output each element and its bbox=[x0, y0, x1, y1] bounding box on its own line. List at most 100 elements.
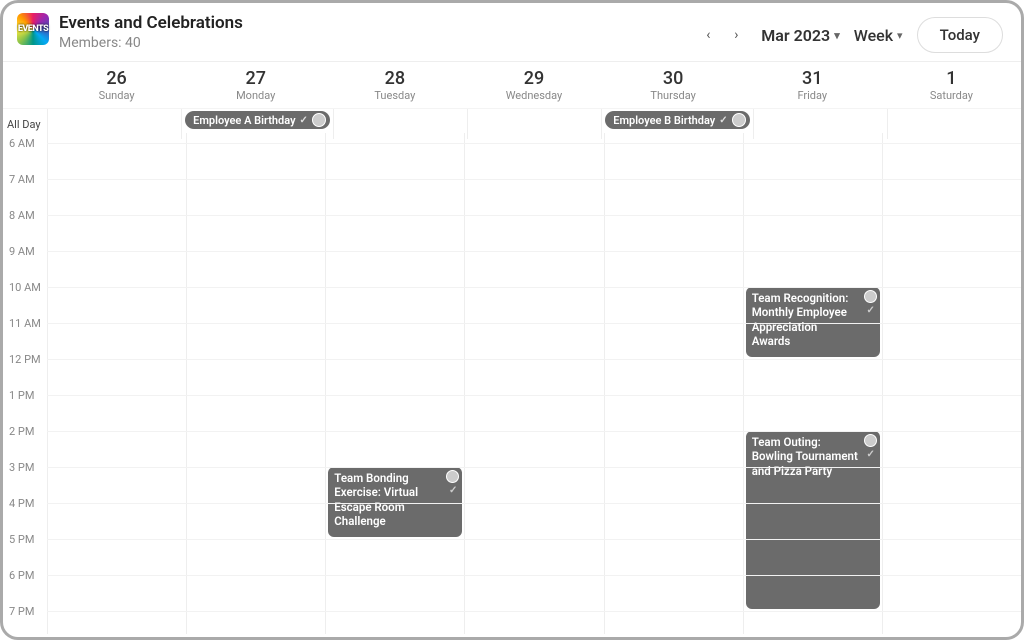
hour-line bbox=[47, 251, 1021, 252]
day-col-sun[interactable] bbox=[47, 133, 186, 634]
time-label: 7 PM bbox=[3, 605, 43, 618]
day-name: Friday bbox=[743, 89, 882, 102]
day-header-thu[interactable]: 30 Thursday bbox=[604, 62, 743, 108]
event-title: Employee A Birthday bbox=[193, 114, 295, 127]
hour-line bbox=[47, 395, 1021, 396]
allday-event[interactable]: Employee A Birthday ✓ bbox=[185, 111, 330, 129]
time-label: 10 AM bbox=[3, 281, 43, 294]
view-picker[interactable]: Week ▾ bbox=[854, 26, 903, 45]
check-icon: ✓ bbox=[449, 485, 457, 498]
time-label: 3 PM bbox=[3, 461, 43, 474]
avatar-icon bbox=[864, 434, 877, 447]
check-icon: ✓ bbox=[866, 449, 874, 462]
day-columns: Team Bonding Exercise: Virtual Escape Ro… bbox=[47, 133, 1021, 634]
chevron-down-icon: ▾ bbox=[834, 29, 840, 42]
day-header-sun[interactable]: 26 Sunday bbox=[47, 62, 186, 108]
day-name: Monday bbox=[186, 89, 325, 102]
calendar-grid[interactable]: 6 AM 7 AM 8 AM 9 AM 10 AM 11 AM 12 PM 1 PM 2 PM 3… bbox=[3, 133, 1021, 634]
check-icon: ✓ bbox=[300, 115, 308, 126]
avatar-icon bbox=[864, 290, 877, 303]
header: EVENTS Events and Celebrations Members: … bbox=[3, 3, 1021, 61]
day-number: 31 bbox=[743, 68, 882, 89]
calendar-event[interactable]: Team Recognition: Monthly Employee Appre… bbox=[746, 287, 880, 357]
day-number: 30 bbox=[604, 68, 743, 89]
avatar-icon bbox=[446, 470, 459, 483]
event-title: Team Outing: Bowling Tournament and Pizz… bbox=[752, 435, 874, 478]
chevron-left-icon: ‹ bbox=[706, 27, 710, 43]
day-header-row: 26 Sunday 27 Monday 28 Tuesday 29 Wednes… bbox=[3, 61, 1021, 109]
day-col-tue[interactable]: Team Bonding Exercise: Virtual Escape Ro… bbox=[325, 133, 464, 634]
hour-line bbox=[47, 143, 1021, 144]
app-frame: EVENTS Events and Celebrations Members: … bbox=[0, 0, 1024, 640]
hour-line bbox=[47, 611, 1021, 612]
hour-line bbox=[47, 179, 1021, 180]
hour-line bbox=[47, 323, 1021, 324]
events-logo-icon: EVENTS bbox=[17, 13, 49, 45]
day-col-sat[interactable] bbox=[882, 133, 1021, 634]
view-label: Week bbox=[854, 26, 893, 45]
day-name: Wednesday bbox=[464, 89, 603, 102]
event-title: Team Bonding Exercise: Virtual Escape Ro… bbox=[334, 471, 456, 529]
members-count: Members: 40 bbox=[59, 35, 243, 51]
gutter-spacer bbox=[3, 62, 47, 108]
hour-line bbox=[47, 215, 1021, 216]
hour-line bbox=[47, 503, 1021, 504]
next-week-button[interactable]: › bbox=[725, 24, 747, 46]
day-name: Sunday bbox=[47, 89, 186, 102]
hour-line bbox=[47, 539, 1021, 540]
calendar-event[interactable]: Team Bonding Exercise: Virtual Escape Ro… bbox=[328, 467, 462, 537]
day-col-fri[interactable]: Team Recognition: Monthly Employee Appre… bbox=[743, 133, 882, 634]
day-number: 27 bbox=[186, 68, 325, 89]
day-header-fri[interactable]: 31 Friday bbox=[743, 62, 882, 108]
time-label: 7 AM bbox=[3, 173, 43, 186]
day-header-mon[interactable]: 27 Monday bbox=[186, 62, 325, 108]
check-icon: ✓ bbox=[719, 115, 727, 126]
time-gutter: 6 AM 7 AM 8 AM 9 AM 10 AM 11 AM 12 PM 1 PM 2 PM 3… bbox=[3, 133, 47, 634]
time-label: 6 PM bbox=[3, 569, 43, 582]
hour-line bbox=[47, 287, 1021, 288]
month-picker[interactable]: Mar 2023 ▾ bbox=[761, 26, 839, 45]
hour-line bbox=[47, 467, 1021, 468]
time-label: 8 AM bbox=[3, 209, 43, 222]
check-icon: ✓ bbox=[866, 305, 874, 318]
header-left: EVENTS Events and Celebrations Members: … bbox=[17, 13, 243, 51]
day-name: Thursday bbox=[604, 89, 743, 102]
time-label: 2 PM bbox=[3, 425, 43, 438]
time-label: 1 PM bbox=[3, 389, 43, 402]
page-title: Events and Celebrations bbox=[59, 13, 243, 33]
day-header-tue[interactable]: 28 Tuesday bbox=[325, 62, 464, 108]
day-name: Saturday bbox=[882, 89, 1021, 102]
hour-line bbox=[47, 431, 1021, 432]
event-title: Employee B Birthday bbox=[613, 114, 715, 127]
week-nav: ‹ › bbox=[697, 24, 747, 46]
time-label: 11 AM bbox=[3, 317, 43, 330]
day-col-mon[interactable] bbox=[186, 133, 325, 634]
avatar-icon bbox=[732, 113, 746, 127]
title-block: Events and Celebrations Members: 40 bbox=[59, 13, 243, 51]
time-label: 6 AM bbox=[3, 137, 43, 150]
time-label: 5 PM bbox=[3, 533, 43, 546]
prev-week-button[interactable]: ‹ bbox=[697, 24, 719, 46]
hour-line bbox=[47, 575, 1021, 576]
time-label: 4 PM bbox=[3, 497, 43, 510]
header-right: ‹ › Mar 2023 ▾ Week ▾ Today bbox=[697, 17, 1003, 53]
day-header-wed[interactable]: 29 Wednesday bbox=[464, 62, 603, 108]
avatar-icon bbox=[312, 113, 326, 127]
hour-line bbox=[47, 359, 1021, 360]
calendar-event[interactable]: Team Outing: Bowling Tournament and Pizz… bbox=[746, 431, 880, 609]
month-label: Mar 2023 bbox=[761, 26, 830, 45]
chevron-right-icon: › bbox=[734, 27, 738, 43]
allday-event[interactable]: Employee B Birthday ✓ bbox=[605, 111, 749, 129]
time-label: 9 AM bbox=[3, 245, 43, 258]
day-name: Tuesday bbox=[325, 89, 464, 102]
day-number: 26 bbox=[47, 68, 186, 89]
chevron-down-icon: ▾ bbox=[897, 29, 903, 42]
day-number: 1 bbox=[882, 68, 1021, 89]
day-col-thu[interactable] bbox=[604, 133, 743, 634]
today-button[interactable]: Today bbox=[917, 17, 1003, 53]
time-label: 12 PM bbox=[3, 353, 43, 366]
day-number: 28 bbox=[325, 68, 464, 89]
event-title: Team Recognition: Monthly Employee Appre… bbox=[752, 291, 874, 349]
day-header-sat[interactable]: 1 Saturday bbox=[882, 62, 1021, 108]
day-col-wed[interactable] bbox=[464, 133, 603, 634]
